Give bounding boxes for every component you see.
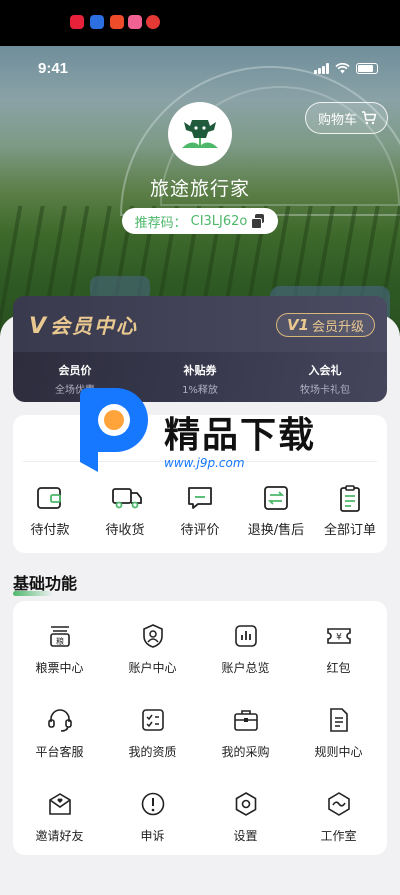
bar-chart-icon [234, 625, 257, 647]
notification-app-icon [70, 15, 84, 29]
func-label: 我的采购 [221, 745, 270, 759]
settings-icon [235, 792, 256, 816]
headset-icon [47, 709, 72, 732]
coupon-icon: ¥ [326, 628, 351, 644]
member-center-title: V 会员中心 [29, 314, 139, 339]
briefcase-icon [233, 710, 258, 731]
status-icons [314, 63, 378, 74]
func-label: 申诉 [140, 829, 165, 843]
func-rules-center[interactable]: 规则中心 [292, 707, 385, 760]
referral-code-pill[interactable]: 推荐码： CI3LJ62o [122, 208, 278, 234]
svg-text:粮: 粮 [56, 636, 64, 646]
invite-mail-icon [48, 793, 71, 815]
copy-icon[interactable] [251, 214, 265, 229]
watermark-text: 精品下载 [164, 415, 317, 456]
func-appeal[interactable]: 申诉 [106, 791, 199, 844]
func-label: 我的资质 [128, 745, 177, 759]
order-label: 退换/售后 [247, 523, 305, 538]
notification-app-icon [146, 15, 160, 29]
func-studio[interactable]: 工作室 [292, 791, 385, 844]
order-returns-after-sales[interactable]: 退换/售后 [238, 485, 314, 538]
document-icon [329, 708, 348, 732]
func-red-packet[interactable]: ¥ 红包 [292, 623, 385, 676]
notification-app-icon [90, 15, 104, 29]
func-account-center[interactable]: 账户中心 [106, 623, 199, 676]
perk-title: 会员价 [58, 364, 92, 377]
func-label: 规则中心 [314, 745, 363, 759]
account-shield-icon [142, 624, 163, 648]
func-label: 平台客服 [35, 745, 84, 759]
cart-button[interactable]: 购物车 [304, 102, 388, 134]
func-label: 设置 [233, 829, 258, 843]
order-pending-receipt[interactable]: 待收货 [88, 485, 162, 538]
order-all-orders[interactable]: 全部订单 [313, 485, 387, 538]
perk-title: 入会礼 [308, 364, 342, 377]
cart-icon [362, 111, 377, 125]
referral-label: 推荐码： [134, 215, 187, 231]
cart-label: 购物车 [317, 112, 357, 128]
func-label: 工作室 [320, 829, 357, 843]
clipboard-icon [336, 485, 364, 512]
order-label: 待收货 [105, 523, 145, 538]
func-my-qualifications[interactable]: 我的资质 [106, 707, 199, 760]
notification-app-icon [128, 15, 142, 29]
func-invite-friends[interactable]: 邀请好友 [13, 791, 106, 844]
studio-icon [327, 792, 350, 816]
order-label: 待评价 [180, 523, 220, 538]
watermark: 精品下载 www.j9p.com [72, 380, 332, 490]
func-label: 账户总览 [221, 661, 270, 675]
func-account-overview[interactable]: 账户总览 [199, 623, 292, 676]
section-title-basic-functions: 基础功能 [13, 570, 77, 596]
func-grain-ticket-center[interactable]: 粮 粮票中心 [13, 623, 106, 676]
basic-functions-grid: 粮 粮票中心 账户中心 账户总览 ¥ 红包 平台客服 我的资质 我的采购 规则中… [13, 601, 387, 855]
member-level: V1 [286, 316, 309, 334]
checklist-icon [141, 709, 164, 731]
avatar[interactable] [168, 102, 232, 166]
user-nickname: 旅途旅行家 [149, 178, 250, 200]
member-upgrade-label: 会员升级 [311, 319, 364, 335]
func-settings[interactable]: 设置 [199, 791, 292, 844]
signal-icon [314, 63, 329, 74]
status-time: 9:41 [38, 60, 69, 77]
wallet-icon [36, 485, 64, 511]
battery-icon [356, 63, 378, 74]
grain-ticket-icon: 粮 [49, 626, 70, 647]
order-label: 待付款 [30, 523, 70, 538]
appeal-icon [141, 792, 164, 816]
notification-app-icon [110, 15, 124, 29]
svg-text:¥: ¥ [336, 633, 342, 643]
order-pending-review[interactable]: 待评价 [163, 485, 237, 538]
func-my-purchases[interactable]: 我的采购 [199, 707, 292, 760]
order-pending-payment[interactable]: 待付款 [13, 485, 87, 538]
order-label: 全部订单 [323, 523, 376, 538]
func-label: 红包 [326, 661, 351, 675]
func-label: 账户中心 [128, 661, 177, 675]
wifi-icon [335, 63, 350, 74]
cow-logo-icon [182, 120, 218, 148]
member-upgrade-button[interactable]: V1 会员升级 [275, 313, 375, 337]
referral-code: CI3LJ62o [190, 213, 248, 229]
func-customer-service[interactable]: 平台客服 [13, 707, 106, 760]
perk-title: 补贴券 [183, 364, 217, 377]
watermark-logo [80, 388, 148, 472]
watermark-url: www.j9p.com [164, 456, 245, 470]
func-label: 邀请好友 [35, 829, 84, 843]
system-top-bar [0, 0, 400, 46]
vip-v-icon: V [29, 314, 49, 339]
func-label: 粮票中心 [35, 661, 84, 675]
